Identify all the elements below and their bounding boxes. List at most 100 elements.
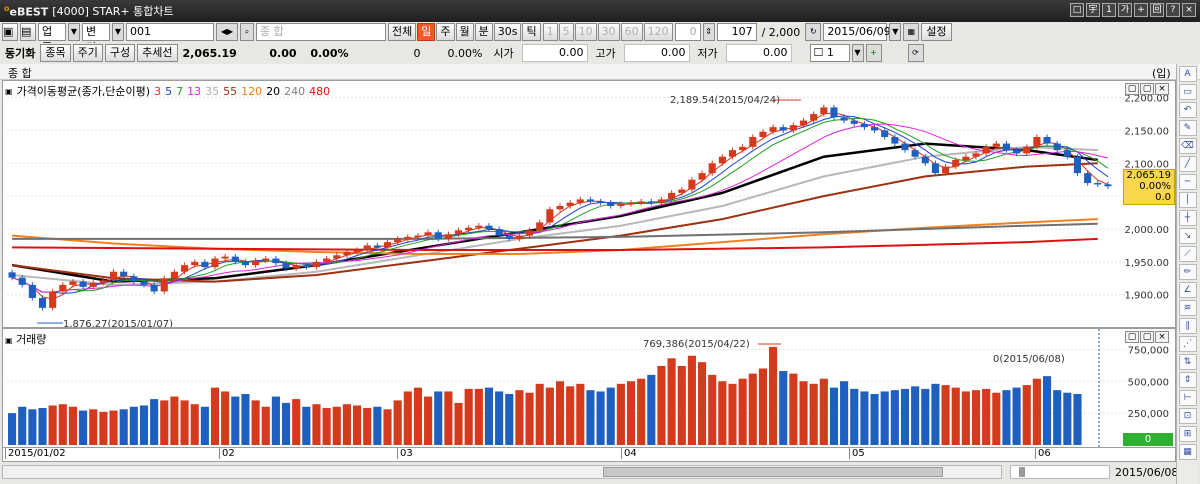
cycle-button[interactable]: 주기 <box>72 44 103 62</box>
panel-corner-button-2[interactable]: × <box>1155 331 1169 343</box>
x-axis-label: 02 <box>219 448 235 459</box>
window-button-5[interactable]: 回 <box>1150 3 1164 17</box>
volume-bar <box>434 391 443 445</box>
change-value: 0.00 <box>269 46 297 60</box>
window-button-6[interactable]: ? <box>1166 3 1180 17</box>
candle-body <box>181 265 189 272</box>
count-spin-icon[interactable]: ⇕ <box>702 23 715 41</box>
layout-icon[interactable]: ▣ <box>2 23 18 41</box>
trend-tool-icon[interactable]: ⟋ <box>1178 246 1197 262</box>
sync-label[interactable]: 동기화 <box>2 45 38 61</box>
layout-count-select[interactable]: ☐ 1 <box>809 44 850 62</box>
period-button-5[interactable]: 30s <box>493 23 522 41</box>
volume-bar <box>18 406 27 445</box>
scrollbar-thumb[interactable] <box>603 467 943 477</box>
fit-tool-icon[interactable]: ⊞ <box>1178 426 1197 442</box>
date-dropdown-icon[interactable]: ▼ <box>889 23 902 41</box>
panel-corner-button-0[interactable]: ▢ <box>1125 83 1139 95</box>
hline-tool-icon[interactable]: ─ <box>1178 174 1197 190</box>
period-button-0[interactable]: 전체 <box>388 23 417 41</box>
reset-icon[interactable]: ⟳ <box>907 44 924 62</box>
add-icon[interactable]: + <box>865 44 882 62</box>
cross-tool-icon[interactable]: ┼ <box>1178 210 1197 226</box>
eraser-tool-icon[interactable]: ⌫ <box>1178 138 1197 154</box>
volume-bar <box>373 406 382 445</box>
pen-tool-icon[interactable]: ✏ <box>1178 264 1197 280</box>
rect-tool-icon[interactable]: ▭ <box>1178 84 1197 100</box>
ma-legend-5: 5 <box>165 84 173 98</box>
fib-tool-icon[interactable]: ≋ <box>1178 300 1197 316</box>
measure-tool-icon[interactable]: ⊢ <box>1178 390 1197 406</box>
ray-tool-icon[interactable]: ↘ <box>1178 228 1197 244</box>
calendar-icon[interactable]: ▦ <box>903 23 920 41</box>
panel-corner-button-0[interactable]: ▢ <box>1125 331 1139 343</box>
period-button-4[interactable]: 분 <box>474 23 493 41</box>
window-button-7[interactable]: × <box>1182 3 1196 17</box>
vline-tool-icon[interactable]: │ <box>1178 192 1197 208</box>
market-dropdown-icon[interactable]: ▼ <box>68 23 80 41</box>
panel-corner-button-1[interactable]: ▢ <box>1140 83 1154 95</box>
refresh-icon[interactable]: ↻ <box>805 23 822 41</box>
code-prev-next-icon[interactable]: ◀▶ <box>216 23 238 41</box>
interval-button-1[interactable]: 5 <box>558 23 574 41</box>
period-button-1[interactable]: 일 <box>417 23 436 41</box>
candle-body <box>302 265 310 268</box>
stock-button[interactable]: 종목 <box>40 44 71 62</box>
zoom-slider[interactable] <box>1010 465 1110 479</box>
scrollbar-track[interactable] <box>2 465 1002 479</box>
volume-bar <box>890 390 899 445</box>
panel-corner-button-2[interactable]: × <box>1155 83 1169 95</box>
box-tool-icon[interactable]: ⊡ <box>1178 408 1197 424</box>
total-count: / 2,000 <box>761 25 801 39</box>
code-search-icon[interactable]: ⌕ <box>240 23 254 41</box>
period-button-6[interactable]: 틱 <box>522 23 541 41</box>
config-button[interactable]: 구성 <box>104 44 136 62</box>
price-chart-panel[interactable]: 2,200.002,150.002,100.002,050.002,000.00… <box>2 80 1176 328</box>
date-field[interactable]: 2015/06/09 <box>823 23 891 41</box>
volume-chart-panel[interactable]: 750,000 500,000 250,000 769,386(2015/04/22… <box>2 328 1176 448</box>
brush-tool-icon[interactable]: ✎ <box>1178 120 1197 136</box>
panel-corner-button-1[interactable]: ▢ <box>1140 331 1154 343</box>
interval-button-3[interactable]: 30 <box>597 23 620 41</box>
volume-bar <box>1032 378 1041 445</box>
volume-corner-buttons: ▢ ▢ × <box>1125 331 1169 343</box>
interval-button-4[interactable]: 60 <box>620 23 643 41</box>
window-button-2[interactable]: 1 <box>1102 3 1116 17</box>
text-tool-icon[interactable]: A <box>1178 66 1197 82</box>
window-button-4[interactable]: + <box>1134 3 1148 17</box>
layout-dropdown-icon[interactable]: ▼ <box>851 44 864 62</box>
settings-button[interactable]: 설정 <box>921 23 952 41</box>
grid-tool-icon[interactable]: ▦ <box>1178 444 1197 460</box>
period-button-2[interactable]: 주 <box>436 23 455 41</box>
screen-icon[interactable]: ▤ <box>20 23 36 41</box>
angle-tool-icon[interactable]: ∠ <box>1178 282 1197 298</box>
fan-tool-icon[interactable]: ⋰ <box>1178 336 1197 352</box>
period-button-3[interactable]: 월 <box>455 23 474 41</box>
trendline-button[interactable]: 추세선 <box>137 44 178 62</box>
change-dropdown-icon[interactable]: ▼ <box>112 23 124 41</box>
x-axis: 2015/01/02 02 03 04 05 06 <box>2 448 1176 462</box>
sort-tool-icon[interactable]: ⇅ <box>1178 354 1197 370</box>
volume-bar <box>38 408 47 445</box>
market-select[interactable]: 업종 <box>38 23 66 54</box>
volume-bar <box>769 346 778 445</box>
line-tool-icon[interactable]: ╱ <box>1178 156 1197 172</box>
code-input[interactable]: 001 <box>126 23 214 41</box>
volume-bar <box>170 396 179 445</box>
window-button-0[interactable]: □ <box>1070 3 1084 17</box>
zoom-handle[interactable] <box>1019 467 1025 477</box>
interval-button-5[interactable]: 120 <box>643 23 673 41</box>
count-field[interactable]: 107 <box>716 23 757 41</box>
count-zero-field[interactable]: 0 <box>674 23 701 41</box>
interval-button-0[interactable]: 1 <box>542 23 558 41</box>
undo-tool-icon[interactable]: ↶ <box>1178 102 1197 118</box>
change-select[interactable]: 변경 <box>82 23 110 54</box>
window-button-1[interactable]: 宇 <box>1086 3 1100 17</box>
candle-body <box>1094 183 1102 185</box>
volume-bar <box>190 404 199 445</box>
channel-tool-icon[interactable]: ∥ <box>1178 318 1197 334</box>
window-button-3[interactable]: 가 <box>1118 3 1132 17</box>
stock-name-field[interactable]: 종 합 <box>256 23 386 41</box>
interval-button-2[interactable]: 10 <box>574 23 597 41</box>
arrows-tool-icon[interactable]: ⇕ <box>1178 372 1197 388</box>
